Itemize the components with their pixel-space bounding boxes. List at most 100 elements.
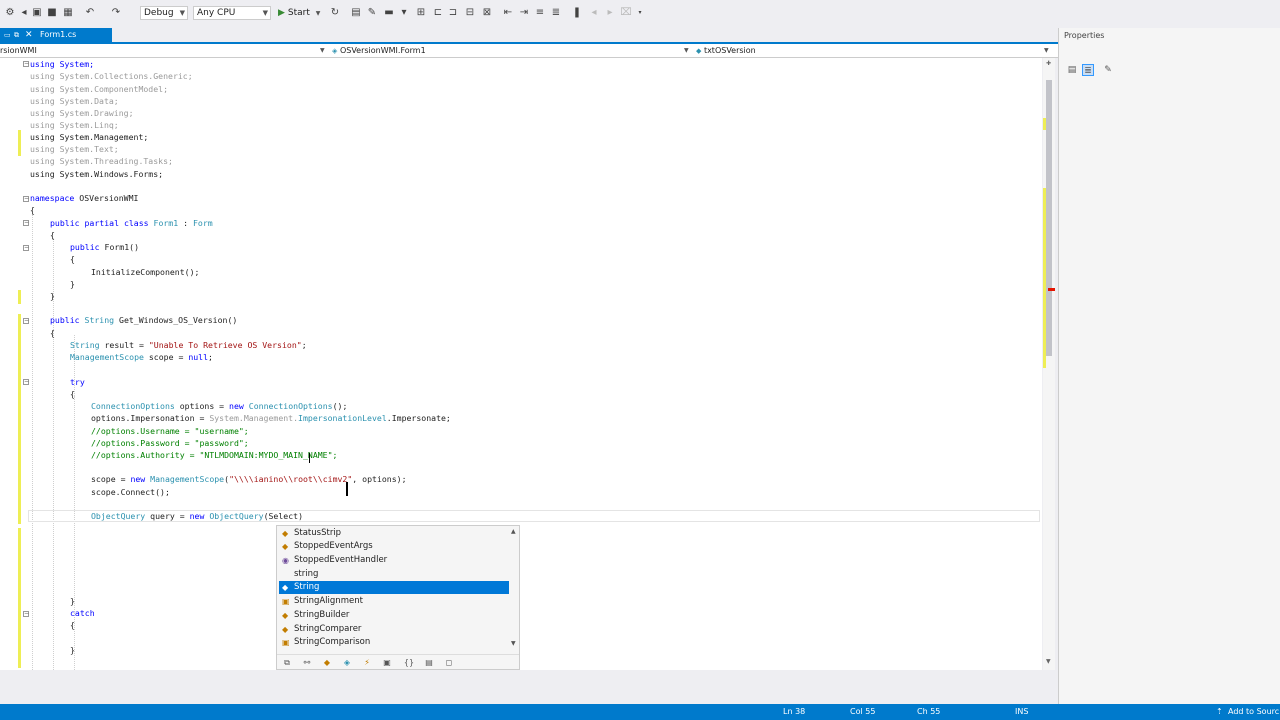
- collapse-toggle[interactable]: −: [23, 318, 29, 324]
- alphabetical-icon[interactable]: ≣: [1082, 64, 1094, 76]
- code-token: Get_Windows_OS_Version(): [114, 315, 238, 325]
- new-project-icon[interactable]: ⚙: [4, 7, 16, 19]
- completion-item[interactable]: ◆ StringBuilder: [279, 609, 509, 622]
- code-line: ManagementScope scope = null;: [70, 351, 213, 363]
- editor-horizontal-scrollbar[interactable]: [0, 670, 1058, 678]
- error-marker: [1048, 288, 1055, 291]
- scroll-down-icon[interactable]: ▼: [511, 640, 516, 647]
- comment-icon[interactable]: ≡: [534, 7, 546, 19]
- code-line: scope.Connect();: [91, 486, 170, 498]
- view-icon[interactable]: ▤: [350, 7, 362, 19]
- code-token: ObjectQuery: [91, 511, 146, 521]
- start-button[interactable]: ▶ Start ▼: [278, 6, 320, 20]
- grid-icon[interactable]: ⊠: [481, 7, 493, 19]
- scrollbar-thumb[interactable]: [1046, 80, 1052, 356]
- keyword-filter-icon[interactable]: ▤: [423, 657, 435, 669]
- navigate-back-icon[interactable]: ◂: [18, 7, 30, 19]
- interface-filter-icon[interactable]: ◈: [341, 657, 353, 669]
- wrench-icon[interactable]: ✎: [366, 7, 378, 19]
- collapse-toggle[interactable]: −: [23, 220, 29, 226]
- code-line: using System.Drawing;: [30, 107, 134, 119]
- size-icon[interactable]: ⊟: [464, 7, 476, 19]
- categorized-icon[interactable]: ▤: [1066, 64, 1078, 76]
- change-marker: [18, 314, 21, 524]
- collapse-toggle[interactable]: −: [23, 196, 29, 202]
- code-line: public partial class Form1 : Form: [50, 217, 213, 229]
- class-filter-icon[interactable]: ◆: [321, 657, 333, 669]
- namespace-filter-icon[interactable]: ⧉: [281, 657, 293, 669]
- collapse-toggle[interactable]: −: [23, 611, 29, 617]
- code-line: {: [30, 204, 35, 216]
- property-filter-icon[interactable]: ⚯: [301, 657, 313, 669]
- open-file-icon[interactable]: ▣: [31, 7, 43, 19]
- code-token: result =: [99, 340, 149, 350]
- next-bookmark-icon[interactable]: ▸: [604, 7, 616, 19]
- outdent-icon[interactable]: ⇥: [518, 7, 530, 19]
- uncomment-icon[interactable]: ≣: [550, 7, 562, 19]
- refresh-icon[interactable]: ↻: [329, 7, 341, 19]
- tab-form1-design[interactable]: Form1.cs [Design]* ▭ ⧉ ✕: [0, 28, 112, 53]
- bookmark-icon[interactable]: ❚: [571, 7, 583, 19]
- start-label: Start: [287, 8, 310, 18]
- completion-item[interactable]: ▣ StringComparison: [279, 636, 509, 649]
- collapse-toggle[interactable]: −: [23, 245, 29, 251]
- type-dropdown[interactable]: ◈ OSVersionWMI.Form1 ▼: [332, 44, 689, 57]
- indent-icon[interactable]: ⇤: [502, 7, 514, 19]
- add-to-source-control[interactable]: Add to Sourc: [1228, 704, 1279, 720]
- code-line: using System.Windows.Forms;: [30, 168, 163, 180]
- enum-filter-icon[interactable]: ▣: [381, 657, 393, 669]
- collapse-toggle[interactable]: −: [23, 61, 29, 67]
- chevron-down-icon[interactable]: ▾: [398, 7, 410, 19]
- scroll-up-icon[interactable]: ▲: [511, 528, 516, 535]
- undo-icon[interactable]: ↶: [84, 7, 96, 19]
- snippet-filter-icon[interactable]: ◻: [443, 657, 455, 669]
- change-marker: [1043, 118, 1046, 130]
- layout-icon[interactable]: ▬: [383, 7, 395, 19]
- completion-item[interactable]: ◆ StoppedEventArgs: [279, 540, 509, 553]
- intellisense-popup[interactable]: ▲ ◆ StatusStrip ◆ StoppedEventArgs ◉ Stoppe…: [276, 525, 520, 670]
- completion-item[interactable]: ▣ StringAlignment: [279, 595, 509, 608]
- keep-open-icon[interactable]: ⧉: [14, 28, 19, 42]
- platform-select[interactable]: Any CPU ▼: [193, 6, 271, 20]
- delegate-filter-icon[interactable]: ⚡: [361, 657, 373, 669]
- align-right-icon[interactable]: ⊐: [447, 7, 459, 19]
- save-icon[interactable]: ■: [46, 7, 58, 19]
- completion-item[interactable]: ◆ StringComparer: [279, 623, 509, 636]
- property-pages-icon[interactable]: ✎: [1102, 64, 1114, 76]
- code-token: }: [70, 279, 75, 289]
- close-icon[interactable]: ✕: [25, 28, 33, 42]
- split-icon[interactable]: ✚: [1046, 60, 1051, 67]
- completion-item[interactable]: ◉ StoppedEventHandler: [279, 554, 509, 567]
- clear-bookmarks-icon[interactable]: ⌧: [620, 7, 632, 19]
- project-dropdown[interactable]: rsionWMI ▼: [0, 44, 326, 57]
- collapse-toggle[interactable]: −: [23, 379, 29, 385]
- solution-config-select[interactable]: Debug ▼: [140, 6, 188, 20]
- code-line: ObjectQuery query = new ObjectQuery(Sele…: [91, 510, 303, 522]
- braces-filter-icon[interactable]: {}: [403, 657, 415, 669]
- code-line: using System.Text;: [30, 143, 119, 155]
- member-dropdown[interactable]: ◆ txtOSVersion ▼: [696, 44, 1052, 57]
- editor-vertical-scrollbar[interactable]: ✚ ▼: [1043, 58, 1055, 670]
- completion-item[interactable]: string: [279, 568, 509, 581]
- code-token: ;: [208, 352, 213, 362]
- code-line: {: [50, 229, 55, 241]
- code-token: }: [70, 596, 75, 606]
- redo-icon[interactable]: ↷: [110, 7, 122, 19]
- prev-bookmark-icon[interactable]: ◂: [588, 7, 600, 19]
- save-all-icon[interactable]: ▦: [62, 7, 74, 19]
- code-token: InitializeComponent();: [91, 267, 200, 277]
- completion-item[interactable]: ◆ StatusStrip: [279, 527, 509, 540]
- align-left-icon[interactable]: ⊏: [432, 7, 444, 19]
- code-editor[interactable]: − − − − − − − using System; using System…: [0, 58, 1042, 670]
- code-token: , options);: [352, 474, 407, 484]
- completion-item-selected[interactable]: ◆ String: [279, 581, 509, 594]
- mouse-ibeam-cursor: [346, 482, 348, 496]
- overflow-icon[interactable]: ▾: [634, 7, 646, 19]
- upload-icon[interactable]: ⇡: [1216, 704, 1223, 720]
- code-token: using System.Windows.Forms;: [30, 169, 164, 179]
- scroll-down-icon[interactable]: ▼: [1046, 658, 1051, 665]
- chevron-down-icon: ▼: [315, 10, 321, 17]
- pin-icon[interactable]: ▭: [4, 28, 11, 42]
- platform-value: Any CPU: [197, 8, 236, 18]
- align-icon[interactable]: ⊞: [415, 7, 427, 19]
